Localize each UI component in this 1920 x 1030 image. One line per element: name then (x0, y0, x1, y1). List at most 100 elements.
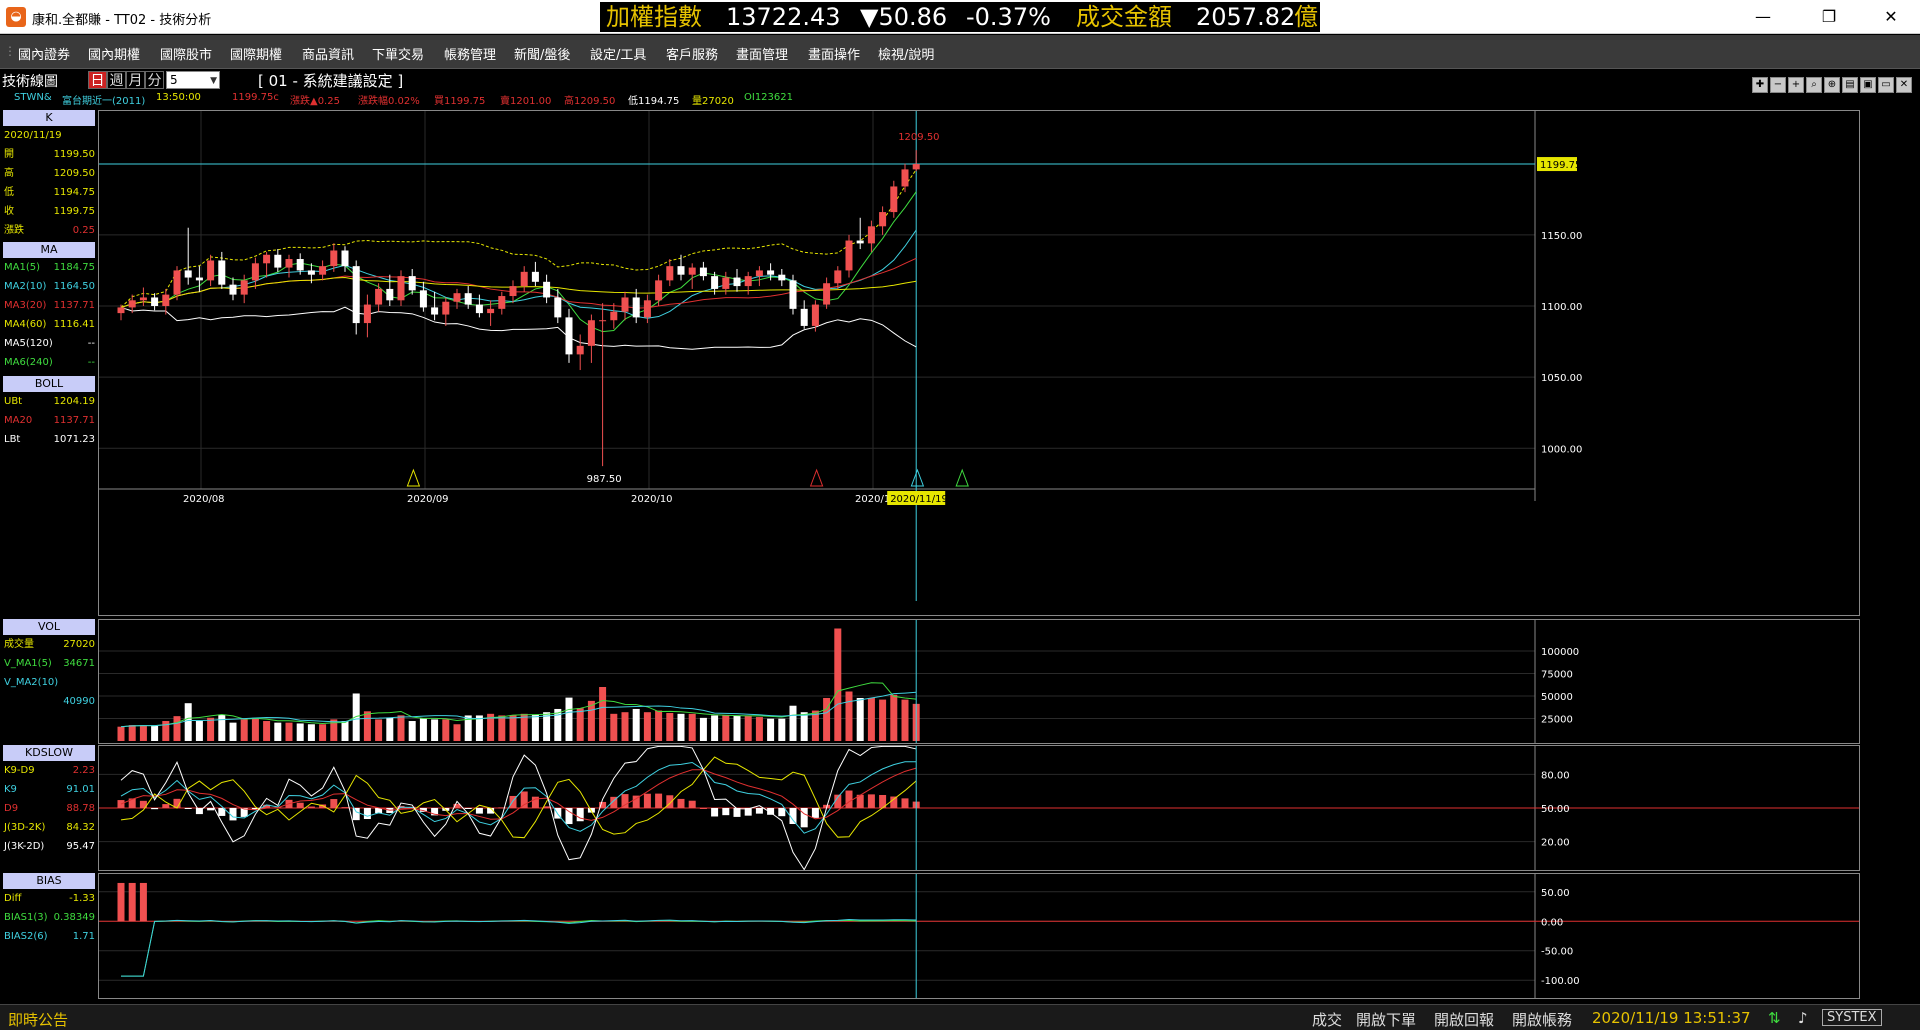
volume-bar (218, 714, 226, 741)
candle-body (531, 271, 539, 282)
menu-item-news[interactable]: 新聞/盤後 (514, 44, 570, 63)
kd-d-row: D9 88.78 (4, 803, 95, 814)
bias-chart-svg[interactable]: 50.00 0.00 -50.00 -100.00 (99, 874, 1859, 998)
candle-body (509, 286, 517, 297)
menu-item-screen-manage[interactable]: 畫面管理 (736, 44, 788, 63)
menu-item-order[interactable]: 下單交易 (372, 44, 424, 63)
candle-body (800, 308, 808, 326)
kd-diff-bar (655, 793, 663, 808)
menu-item-intl-futures[interactable]: 國際期權 (230, 44, 282, 63)
menu-item-view-help[interactable]: 檢視/說明 (878, 44, 934, 63)
save-icon[interactable]: ▣ (1860, 77, 1876, 93)
volume-bar (296, 723, 304, 741)
volume-bar (655, 710, 663, 741)
menu-item-screen-ops[interactable]: 畫面操作 (808, 44, 860, 63)
vma2-value-row: 40990 (63, 696, 95, 707)
menu-item-domestic-securities[interactable]: 國內證券 (18, 44, 70, 63)
ma-section-header: MA (3, 242, 95, 258)
bias-bar (128, 882, 136, 922)
volume-bar (319, 724, 327, 741)
volume-bar (498, 715, 506, 741)
ticker-index-value: 13722.43 (726, 3, 841, 31)
period-day-button[interactable]: 日 (88, 71, 107, 89)
volume-y-ticks: 100000 75000 50000 25000 (1541, 647, 1579, 726)
period-week-button[interactable]: 週 (107, 71, 126, 89)
volume-bar (711, 715, 719, 741)
status-trade-button[interactable]: 成交 (1312, 1009, 1342, 1030)
volume-chart-panel[interactable]: 100000 75000 50000 25000 (98, 619, 1860, 744)
candle-body (487, 308, 495, 314)
status-open-report-button[interactable]: 開啟回報 (1434, 1009, 1494, 1030)
last-price-tag-text: 1199.75 (1540, 160, 1581, 171)
bias-chart-panel[interactable]: 50.00 0.00 -50.00 -100.00 (98, 873, 1860, 999)
signal-triangle-icon (955, 468, 969, 487)
volume-bar (845, 691, 853, 741)
kd-chart-panel[interactable]: 80.00 50.00 20.00 (98, 745, 1860, 871)
title-bar: ◒ 康和.全都賺 - TT02 - 技術分析 加權指數 13722.43 ▼50… (0, 0, 1920, 34)
status-open-account-button[interactable]: 開啟帳務 (1512, 1009, 1572, 1030)
candle-body (341, 250, 349, 267)
period-minute-button[interactable]: 分 (145, 71, 164, 89)
volume-bar (229, 722, 237, 741)
menu-item-accounts[interactable]: 帳務管理 (444, 44, 496, 63)
setting-title[interactable]: [ 01 - 系統建議設定 ] (258, 70, 403, 91)
restore-button[interactable]: ❐ (1806, 0, 1852, 34)
volume-bar (767, 718, 775, 741)
kd-diff-bar (800, 808, 808, 828)
kd-chart-svg[interactable]: 80.00 50.00 20.00 (99, 745, 1859, 871)
status-datetime: 2020/11/19 13:51:37 (1592, 1009, 1751, 1027)
menu-item-settings[interactable]: 設定/工具 (590, 44, 646, 63)
menu-item-intl-stocks[interactable]: 國際股市 (160, 44, 212, 63)
ma5-line (120, 191, 917, 333)
volume-bar (722, 715, 730, 741)
volume-bar (610, 713, 618, 741)
candle-body (565, 317, 573, 355)
bias1-line (121, 919, 917, 977)
period-month-button[interactable]: 月 (126, 71, 145, 89)
boll-lower-row: LBt 1071.23 (4, 434, 95, 445)
price-chart-panel[interactable]: 1150.00 1100.00 1050.00 1000.00 2020/08 2020… (98, 110, 1860, 616)
info-high: 高1209.50 (564, 96, 616, 107)
bias-side-panel: BIAS Diff -1.33 BIAS1(3) 0.38349 BIAS2(6) 1… (0, 873, 98, 973)
minimize-button[interactable]: — (1740, 0, 1786, 34)
chart-title: 技術線圖 (2, 71, 58, 91)
menu-item-domestic-futures[interactable]: 國內期權 (88, 44, 140, 63)
volume-bar (733, 715, 741, 741)
k-close-row: 收 1199.75 (4, 206, 95, 217)
kd-k-row: K9 91.01 (4, 784, 95, 795)
close-chart-icon[interactable]: ✕ (1896, 77, 1912, 93)
status-open-order-button[interactable]: 開啟下單 (1356, 1009, 1416, 1030)
candle-body (632, 297, 640, 318)
menu-item-customer-service[interactable]: 客戶服務 (666, 44, 718, 63)
volume-bar (431, 719, 439, 741)
volume-bar (587, 700, 595, 741)
candle-body (699, 267, 707, 277)
status-bar: 即時公告 成交 開啟下單 開啟回報 開啟帳務 2020/11/19 13:51:… (0, 1004, 1920, 1030)
minute-select[interactable]: 5 (166, 71, 220, 89)
volume-bar (576, 708, 584, 741)
info-time: 13:50:00 (156, 92, 201, 103)
volume-bar (867, 697, 875, 741)
volume-chart-svg[interactable]: 100000 75000 50000 25000 (99, 620, 1859, 743)
candle-body (677, 266, 685, 275)
signal-triangle-icon (406, 468, 421, 487)
kd-diff-bar (811, 808, 819, 818)
price-x-labels: 2020/08 2020/09 2020/10 2020/11 (183, 494, 897, 505)
candle-body (475, 304, 483, 314)
bias2-line (121, 919, 917, 977)
info-change-pct: 漲跌幅0.02% (358, 96, 420, 107)
candle-body (655, 280, 663, 301)
candle-body (419, 290, 427, 308)
menu-item-product-info[interactable]: 商品資訊 (302, 44, 354, 63)
vendor-logo: SYSTEX (1822, 1009, 1882, 1026)
candle-body (319, 266, 327, 275)
candle-body (296, 259, 304, 271)
window-icon[interactable]: ▭ (1878, 77, 1894, 93)
info-symbol: STWN& (14, 92, 52, 103)
menu-grip-icon: ⋮ (4, 44, 16, 58)
candle-body (554, 297, 562, 318)
announcement-label[interactable]: 即時公告 (8, 1009, 68, 1030)
high-price-label: 1209.50 (898, 132, 939, 143)
price-chart-svg[interactable]: 1150.00 1100.00 1050.00 1000.00 2020/08 2020… (99, 111, 1859, 615)
close-button[interactable]: ✕ (1868, 0, 1914, 34)
